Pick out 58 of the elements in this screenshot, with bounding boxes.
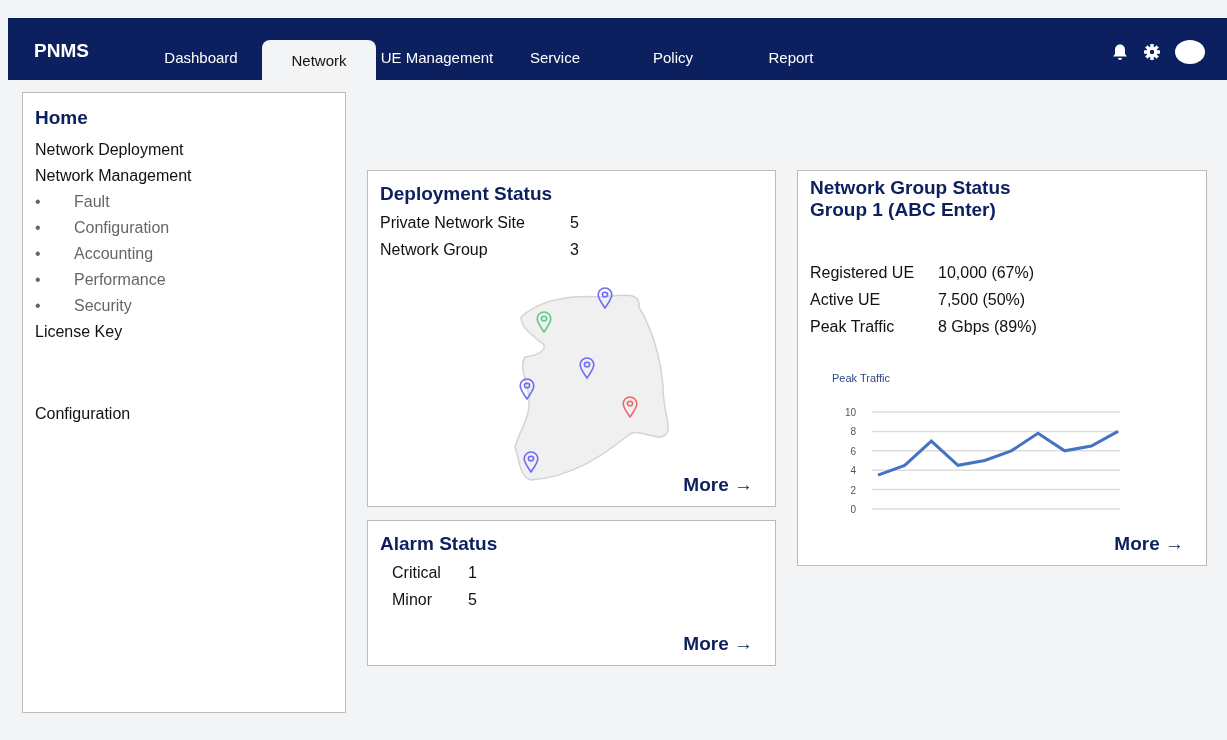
bell-icon[interactable]: [1111, 43, 1129, 61]
y-tick-label: 0: [850, 504, 856, 515]
chart-title: Peak Traffic: [832, 372, 890, 384]
map-pin-icon[interactable]: [519, 378, 535, 400]
sidebar-title[interactable]: Home: [35, 107, 333, 129]
card-title: Alarm Status: [380, 533, 499, 555]
stat-label: Private Network Site: [380, 214, 526, 232]
nav-tab[interactable]: Policy: [616, 40, 730, 80]
stat-label: Minor: [392, 591, 433, 609]
sidebar-subitem[interactable]: Security: [74, 297, 132, 315]
stat-label: Registered UE: [810, 264, 916, 282]
stat-label: Active UE: [810, 291, 882, 309]
sidebar-subitem[interactable]: Fault: [74, 193, 110, 211]
card-title: Deployment Status: [380, 183, 554, 205]
nav-tab[interactable]: Report: [734, 40, 848, 80]
nav-tab[interactable]: Service: [498, 40, 612, 80]
user-avatar[interactable]: [1175, 40, 1205, 64]
map-pin-icon[interactable]: [622, 396, 638, 418]
y-tick-label: 10: [844, 407, 856, 418]
y-tick-label: 2: [850, 484, 856, 496]
stat-value: 5: [570, 214, 579, 232]
y-tick-label: 6: [850, 445, 856, 457]
map-pin-icon[interactable]: [523, 451, 539, 473]
more-link[interactable]: More →: [683, 474, 753, 496]
y-tick-label: 8: [850, 426, 856, 438]
stat-value: 5: [468, 591, 477, 609]
stat-value: 3: [570, 241, 579, 259]
stat-value: 10,000 (67%): [938, 264, 1035, 282]
stat-label: Network Group: [380, 241, 489, 259]
y-tick-label: 4: [850, 465, 856, 477]
bullet: •: [35, 219, 42, 237]
stat-value: 1: [468, 564, 477, 582]
sidebar-item[interactable]: Network Deployment: [35, 137, 333, 163]
sidebar-item[interactable]: License Key: [35, 319, 333, 345]
sidebar-subitem[interactable]: Configuration: [74, 219, 170, 237]
map-pin-icon[interactable]: [579, 357, 595, 379]
sidebar-item[interactable]: Network Management: [35, 163, 333, 189]
bullet: •: [35, 297, 42, 315]
more-link[interactable]: More →: [683, 633, 753, 655]
stat-value: 7,500 (50%): [938, 291, 1026, 309]
card-subtitle: Group 1 (ABC Enter): [810, 199, 997, 221]
card-title: Network Group Status: [810, 177, 1012, 199]
more-link[interactable]: More →: [1114, 533, 1184, 555]
sidebar-subitem[interactable]: Accounting: [74, 245, 154, 263]
sidebar-item[interactable]: Configuration: [35, 401, 333, 427]
nav-tab[interactable]: UE Management: [380, 40, 494, 80]
stat-label: Critical: [392, 564, 442, 582]
stat-value: 8 Gbps (89%): [938, 318, 1037, 336]
stat-label: Peak Traffic: [810, 318, 896, 336]
map-pin-icon[interactable]: [597, 287, 613, 309]
bullet: •: [35, 271, 42, 289]
nav-tab[interactable]: Network: [262, 40, 376, 80]
sidebar-subitem[interactable]: Performance: [74, 271, 166, 289]
nav-tab[interactable]: Dashboard: [144, 40, 258, 80]
bullet: •: [35, 245, 42, 263]
app-logo: PNMS: [34, 40, 90, 62]
settings-icon[interactable]: [1143, 43, 1161, 61]
bullet: •: [35, 193, 42, 211]
